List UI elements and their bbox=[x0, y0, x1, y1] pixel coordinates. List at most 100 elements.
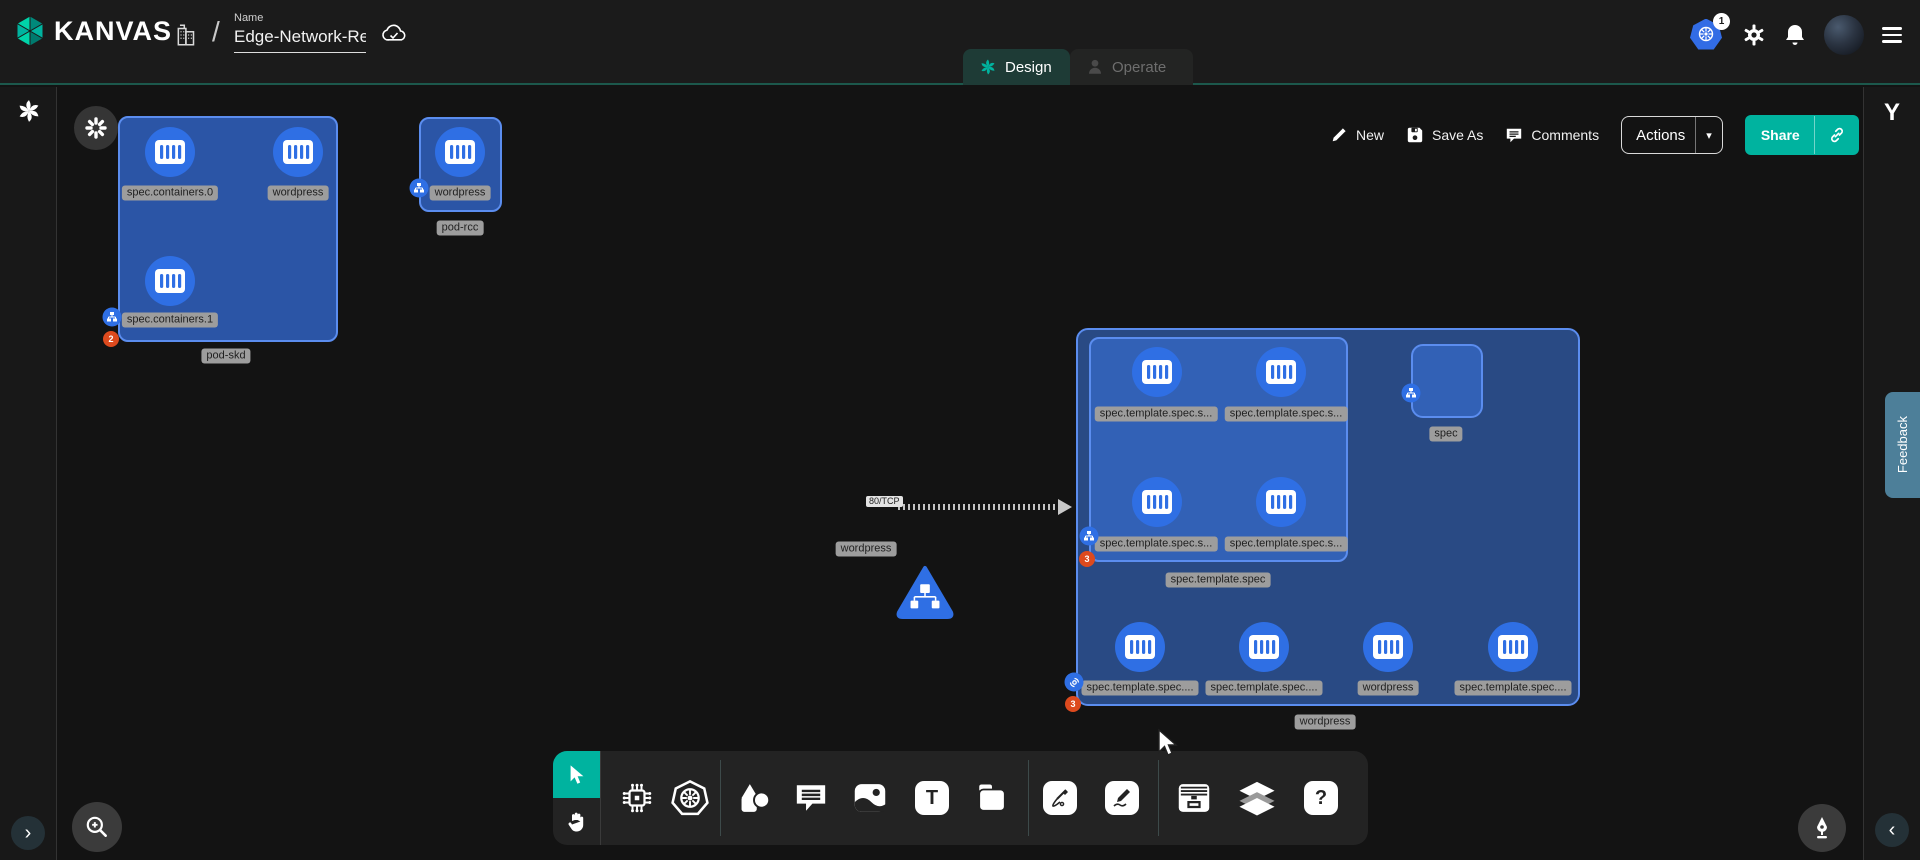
import-tool-button[interactable] bbox=[1176, 781, 1212, 815]
chevron-right-icon: › bbox=[25, 822, 32, 845]
actions-dropdown-button[interactable]: Actions ▾ bbox=[1621, 116, 1723, 154]
new-button[interactable]: New bbox=[1330, 126, 1384, 144]
help-tool-button[interactable]: ? bbox=[1304, 781, 1338, 815]
node-template-container[interactable] bbox=[1132, 347, 1182, 397]
notifications-bell-icon[interactable] bbox=[1784, 23, 1806, 47]
mouse-cursor bbox=[1155, 728, 1181, 758]
pod-icon bbox=[107, 312, 118, 323]
node-template-container[interactable] bbox=[1256, 477, 1306, 527]
container-icon bbox=[1249, 635, 1279, 659]
node-deployment-container[interactable] bbox=[1488, 622, 1538, 672]
feedback-tab[interactable]: Feedback bbox=[1885, 392, 1920, 498]
spec-node-label: spec bbox=[1429, 427, 1462, 442]
node-wordpress-service[interactable] bbox=[896, 565, 954, 624]
node-template-container[interactable] bbox=[1132, 477, 1182, 527]
operate-tab-label: Operate bbox=[1112, 59, 1166, 76]
shapes-icon bbox=[736, 781, 772, 815]
save-as-button[interactable]: Save As bbox=[1406, 126, 1483, 144]
expand-right-panel-button[interactable]: ‹ bbox=[1875, 813, 1909, 847]
pen-path-icon bbox=[1048, 786, 1072, 810]
share-button-label: Share bbox=[1761, 127, 1814, 143]
copy-link-icon[interactable] bbox=[1815, 125, 1859, 145]
hierarchy-y-icon[interactable]: Y bbox=[1884, 99, 1900, 127]
select-arrow-icon bbox=[566, 763, 588, 787]
node-label: spec.template.spec.... bbox=[1082, 681, 1199, 696]
node-spec-containers-1[interactable] bbox=[145, 256, 195, 306]
kubernetes-tool-button[interactable] bbox=[671, 779, 709, 817]
node-deployment-container[interactable] bbox=[1115, 622, 1165, 672]
chevron-left-icon: ‹ bbox=[1889, 819, 1896, 842]
meshery-spinner-icon[interactable] bbox=[16, 98, 42, 124]
comments-button-label: Comments bbox=[1531, 127, 1599, 143]
left-sidebar: › bbox=[0, 87, 57, 860]
design-tab-label: Design bbox=[1005, 59, 1052, 76]
node-label: spec.template.spec.s... bbox=[1095, 407, 1218, 422]
settings-gear-icon[interactable] bbox=[1742, 23, 1766, 47]
container-icon bbox=[1498, 635, 1528, 659]
design-tab-icon bbox=[979, 58, 997, 76]
container-icon bbox=[1142, 490, 1172, 514]
pan-tool-button[interactable] bbox=[553, 798, 600, 845]
node-wordpress-container[interactable] bbox=[435, 127, 485, 177]
organization-icon[interactable] bbox=[174, 22, 200, 48]
actions-button-label: Actions bbox=[1636, 127, 1685, 144]
design-pen-button[interactable] bbox=[1798, 804, 1846, 852]
operate-tab-icon bbox=[1086, 58, 1104, 76]
comments-button[interactable]: Comments bbox=[1505, 126, 1599, 144]
node-deployment-container[interactable] bbox=[1363, 622, 1413, 672]
tab-design[interactable]: Design bbox=[963, 49, 1070, 85]
hand-icon bbox=[565, 810, 589, 834]
kubernetes-context-button[interactable]: 1 bbox=[1690, 19, 1724, 52]
comment-tool-icon bbox=[794, 782, 828, 814]
warning-count-badge: 3 bbox=[1065, 696, 1081, 712]
note-tool-button[interactable] bbox=[975, 781, 1009, 815]
text-tool-button[interactable]: T bbox=[915, 781, 949, 815]
node-deployment-container[interactable] bbox=[1239, 622, 1289, 672]
node-spec[interactable] bbox=[1411, 344, 1483, 418]
pod-badge bbox=[410, 179, 429, 198]
service-edge[interactable] bbox=[898, 504, 1060, 510]
help-icon: ? bbox=[1315, 787, 1327, 810]
shapes-tool-button[interactable] bbox=[736, 781, 772, 815]
expand-left-panel-button[interactable]: › bbox=[11, 816, 45, 850]
share-button[interactable]: Share bbox=[1745, 115, 1859, 155]
node-template-container[interactable] bbox=[1256, 347, 1306, 397]
layers-icon bbox=[1238, 780, 1276, 816]
pen-tool-button[interactable] bbox=[1043, 781, 1077, 815]
container-icon bbox=[283, 140, 313, 164]
drawer-icon bbox=[1176, 781, 1212, 815]
layers-tool-button[interactable] bbox=[1238, 780, 1276, 816]
zoom-button[interactable] bbox=[72, 802, 122, 852]
brand-title: KANVAS bbox=[54, 16, 172, 47]
sketch-tool-button[interactable] bbox=[1105, 781, 1139, 815]
name-field-label: Name bbox=[234, 12, 366, 24]
node-label: spec.template.spec.s... bbox=[1095, 537, 1218, 552]
edge-arrowhead bbox=[1058, 499, 1072, 515]
kanvas-logo-icon[interactable] bbox=[14, 14, 46, 48]
node-label: spec.template.spec.... bbox=[1206, 681, 1323, 696]
components-tool-button[interactable] bbox=[619, 780, 655, 816]
tab-operate[interactable]: Operate bbox=[1070, 49, 1193, 85]
media-tool-button[interactable] bbox=[852, 781, 888, 815]
group-spec-template-spec[interactable] bbox=[1089, 337, 1348, 562]
text-tool-icon: T bbox=[926, 787, 938, 810]
pod-icon bbox=[1406, 388, 1417, 399]
cluster-flower-button[interactable] bbox=[74, 106, 118, 150]
node-label: wordpress bbox=[268, 186, 329, 201]
image-icon bbox=[852, 781, 888, 815]
pencil-new-icon bbox=[1330, 126, 1348, 144]
breadcrumb-separator: / bbox=[212, 16, 220, 48]
node-wordpress-container[interactable] bbox=[273, 127, 323, 177]
select-tool-button[interactable] bbox=[553, 751, 600, 798]
service-label: wordpress bbox=[836, 542, 897, 557]
canvas-toolbar: T bbox=[553, 751, 1368, 845]
node-spec-containers-0[interactable] bbox=[145, 127, 195, 177]
menu-hamburger-icon[interactable] bbox=[1882, 27, 1902, 43]
container-icon bbox=[1266, 490, 1296, 514]
feedback-label: Feedback bbox=[1895, 416, 1910, 473]
kubernetes-wheel-icon bbox=[671, 779, 709, 817]
design-name-input[interactable] bbox=[234, 27, 366, 53]
user-avatar[interactable] bbox=[1824, 15, 1864, 55]
comment-tool-button[interactable] bbox=[794, 782, 828, 814]
design-canvas[interactable]: spec.containers.0 wordpress spec.contain… bbox=[58, 87, 1862, 860]
